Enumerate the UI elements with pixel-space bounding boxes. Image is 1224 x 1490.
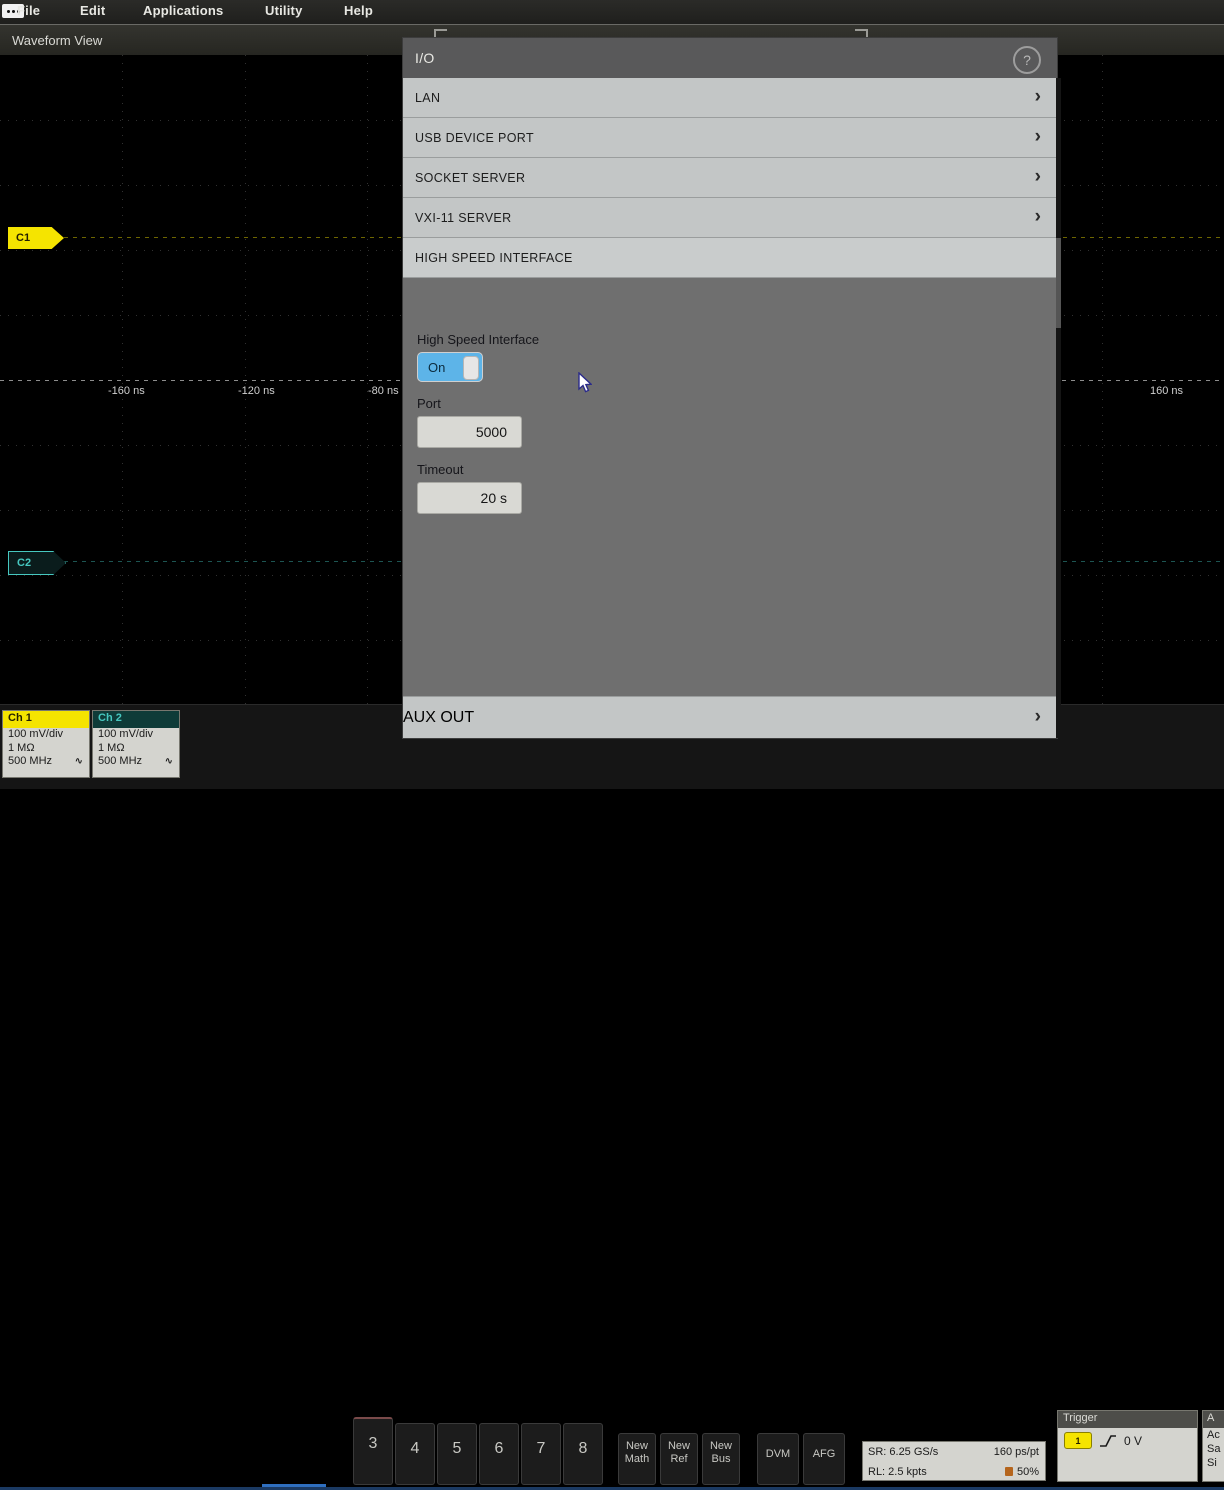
channel-button-7[interactable]: 7: [521, 1423, 561, 1485]
menu-item-utility[interactable]: Utility: [265, 3, 303, 18]
menu-item-help[interactable]: Help: [344, 3, 373, 18]
rising-edge-icon: [1099, 1434, 1117, 1448]
chevron-right-icon: ›: [1035, 167, 1041, 186]
new-ref-button[interactable]: New Ref: [660, 1433, 698, 1485]
toggle-value: On: [418, 360, 445, 375]
channel-button-8[interactable]: 8: [563, 1423, 603, 1485]
new-math-button[interactable]: New Math: [618, 1433, 656, 1485]
channel-bandwidth-value: 500 MHz: [8, 755, 52, 767]
channel-bandwidth-value: 500 MHz: [98, 755, 142, 767]
oscilloscope-app: File Edit Applications Utility Help Wave…: [0, 0, 1224, 788]
trigger-panel-title: Trigger: [1058, 1411, 1197, 1428]
trigger-panel[interactable]: Trigger 1 0 V: [1057, 1410, 1198, 1482]
waveform-view-title: Waveform View: [12, 33, 102, 48]
sample-rate-row: SR: 6.25 GS/s 160 ps/pt: [863, 1442, 1045, 1462]
channel-badge-title: Ch 1: [3, 711, 89, 728]
menu-bar: File Edit Applications Utility Help: [0, 0, 1224, 25]
chevron-right-icon: ›: [1035, 707, 1041, 726]
high-speed-interface-toggle[interactable]: On: [417, 352, 483, 382]
timeout-input[interactable]: 20 s: [417, 482, 522, 514]
high-speed-interface-panel: High Speed Interface On Port 5000 Timeou…: [403, 316, 1057, 696]
time-tick-label: -80 ns: [368, 385, 399, 397]
afg-button[interactable]: AFG: [803, 1433, 845, 1485]
trigger-level: 0 V: [1124, 1434, 1142, 1448]
channel-badge-ch1[interactable]: Ch 1 100 mV/div 1 MΩ 500 MHz ∿: [2, 710, 90, 778]
dvm-button[interactable]: DVM: [757, 1433, 799, 1485]
port-input[interactable]: 5000: [417, 416, 522, 448]
acquisition-line: Si: [1203, 1456, 1224, 1470]
time-tick-label: -160 ns: [108, 385, 145, 397]
status-indicator: [262, 1484, 326, 1487]
channel-button-3[interactable]: 3: [353, 1417, 393, 1485]
toggle-knob[interactable]: [463, 356, 479, 380]
horizontal-position: 50%: [1017, 1466, 1039, 1478]
channel-impedance: 1 MΩ: [3, 742, 89, 756]
record-length: RL: 2.5 kpts: [868, 1466, 927, 1478]
channel-button-5[interactable]: 5: [437, 1423, 477, 1485]
acquisition-line: Sa: [1203, 1442, 1224, 1456]
acquisition-panel-title: A: [1203, 1411, 1224, 1428]
channel-impedance: 1 MΩ: [93, 742, 179, 756]
io-dialog[interactable]: I/O ? LAN › USB DEVICE PORT › SOCKET SER…: [403, 38, 1057, 738]
time-tick-label: -120 ns: [238, 385, 275, 397]
channel-badge-ch2[interactable]: Ch 2 100 mV/div 1 MΩ 500 MHz ∿: [92, 710, 180, 778]
channel-button-4[interactable]: 4: [395, 1423, 435, 1485]
menu-item-edit[interactable]: Edit: [80, 3, 105, 18]
position-icon: [1005, 1467, 1013, 1476]
chevron-right-icon: ›: [1035, 207, 1041, 226]
io-menu-item-high-speed-interface[interactable]: HIGH SPEED INTERFACE: [403, 238, 1057, 278]
menu-item-applications[interactable]: Applications: [143, 3, 223, 18]
acquisition-panel[interactable]: A Ac Sa Si: [1202, 1410, 1224, 1482]
channel-badge-title: Ch 2: [93, 711, 179, 728]
channel-bandwidth: 500 MHz ∿: [93, 755, 179, 769]
menu-item-file[interactable]: File: [17, 3, 40, 18]
io-dialog-header: I/O ?: [403, 38, 1057, 78]
timeout-label: Timeout: [417, 462, 1057, 477]
help-circle-icon[interactable]: ?: [1013, 46, 1041, 74]
mouse-pointer-icon: [578, 372, 592, 394]
sample-rate: SR: 6.25 GS/s: [868, 1446, 938, 1458]
channel-bandwidth: 500 MHz ∿: [3, 755, 89, 769]
dialog-scrollbar[interactable]: [1056, 78, 1061, 738]
io-menu-item-lan[interactable]: LAN ›: [403, 78, 1057, 118]
io-dialog-title: I/O: [403, 50, 435, 66]
chevron-right-icon: ›: [1035, 127, 1041, 146]
io-menu-item-aux-out[interactable]: AUX OUT ›: [403, 696, 1057, 738]
channel-scale: 100 mV/div: [3, 728, 89, 742]
high-speed-interface-label: High Speed Interface: [417, 332, 1057, 347]
trigger-source-badge[interactable]: 1: [1064, 1432, 1092, 1449]
chevron-right-icon: ›: [1035, 87, 1041, 106]
new-bus-button[interactable]: New Bus: [702, 1433, 740, 1485]
trigger-settings-row: 1 0 V: [1058, 1428, 1197, 1449]
scrollbar-thumb[interactable]: [1056, 238, 1061, 328]
io-menu-item-socket-server[interactable]: SOCKET SERVER ›: [403, 158, 1057, 198]
acquisition-line: Ac: [1203, 1428, 1224, 1442]
port-label: Port: [417, 396, 1057, 411]
time-tick-label: 160 ns: [1150, 385, 1183, 397]
io-menu-item-vxi-11-server[interactable]: VXI-11 SERVER ›: [403, 198, 1057, 238]
channel-button-6[interactable]: 6: [479, 1423, 519, 1485]
bandwidth-icon: ∿: [165, 755, 173, 769]
acquisition-readout[interactable]: SR: 6.25 GS/s 160 ps/pt RL: 2.5 kpts 50%: [862, 1441, 1046, 1481]
bandwidth-icon: ∿: [75, 755, 83, 769]
channel-scale: 100 mV/div: [93, 728, 179, 742]
record-length-row: RL: 2.5 kpts 50%: [863, 1462, 1045, 1482]
resolution: 160 ps/pt: [994, 1446, 1039, 1458]
io-menu-item-usb-device-port[interactable]: USB DEVICE PORT ›: [403, 118, 1057, 158]
